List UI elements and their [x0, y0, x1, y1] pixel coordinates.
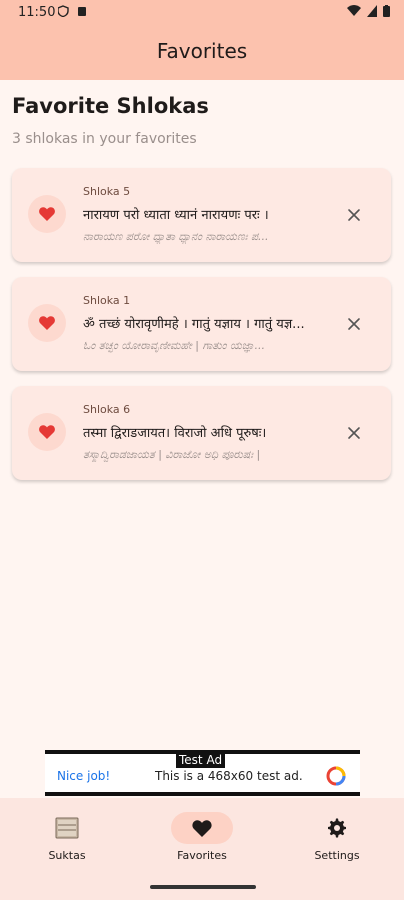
ad-tag: Test Ad [176, 752, 226, 768]
nav-label: Suktas [48, 849, 86, 862]
nav-item-settings[interactable]: Settings [282, 812, 392, 862]
status-time: 11:50 [18, 5, 56, 20]
ad-logo-icon [326, 766, 346, 786]
shloka-kannada: ನಾರಾಯಣ ಪರೋ ಧ್ಯಾತಾ ಧ್ಯಾನಂ ನಾರಾಯಣಃ ಪ... [83, 230, 269, 243]
favorite-card[interactable]: Shloka 6 तस्मा द्विराडजायत। विराजो अधि प… [12, 386, 391, 480]
wifi-icon [347, 5, 361, 16]
heart-icon [39, 207, 55, 221]
close-icon[interactable] [345, 315, 363, 333]
nav-item-favorites[interactable]: Favorites [147, 812, 257, 862]
heart-icon [39, 425, 55, 439]
nav-label: Settings [314, 849, 360, 862]
status-system-icons [347, 5, 390, 17]
favorite-toggle[interactable] [28, 413, 66, 451]
favorite-toggle[interactable] [28, 304, 66, 342]
ad-body: This is a 468x60 test ad. [155, 769, 303, 783]
nav-icon-container [306, 812, 368, 844]
shloka-sanskrit: ॐ तच्छं योरावृणीमहे । गातुं यज्ञाय । गात… [83, 317, 305, 332]
book-icon [55, 817, 79, 839]
shloka-label: Shloka 6 [83, 403, 131, 416]
nav-icon-container [171, 812, 233, 844]
favorite-card[interactable]: Shloka 5 नारायण परो ध्याता ध्यानं नारायण… [12, 168, 391, 262]
heart-icon [39, 316, 55, 330]
close-icon[interactable] [345, 424, 363, 442]
favorite-toggle[interactable] [28, 195, 66, 233]
app-bar-title: Favorites [156, 39, 248, 63]
favorite-card[interactable]: Shloka 1 ॐ तच्छं योरावृणीमहे । गातुं यज्… [12, 277, 391, 371]
shloka-label: Shloka 1 [83, 294, 131, 307]
ad-banner[interactable]: Test Ad Nice job! This is a 468x60 test … [45, 750, 360, 796]
shloka-kannada: ತಸ್ಮಾದ್ವಿರಾಡಜಾಯತ | ವಿರಾಜೋ ಅಧಿ ಪೂರುಷಃ | [83, 448, 261, 461]
signal-icon [367, 5, 377, 17]
nav-icon-container [36, 812, 98, 844]
shloka-label: Shloka 5 [83, 185, 131, 198]
nav-item-suktas[interactable]: Suktas [12, 812, 122, 862]
shloka-sanskrit: तस्मा द्विराडजायत। विराजो अधि पूरुषः। [83, 426, 267, 441]
app-bar: Favorites [0, 26, 404, 80]
shloka-kannada: ಓಂ ತಚ್ಛಂ ಯೋರಾವೃಣೀಮಹೇ | ಗಾತುಂ ಯಜ್ಞಾ... [83, 339, 266, 352]
ad-headline[interactable]: Nice job! [57, 769, 110, 783]
status-notification-icons [57, 5, 88, 20]
status-bar: 11:50 [0, 0, 404, 26]
favorites-count: 3 shlokas in your favorites [12, 131, 197, 147]
close-icon[interactable] [345, 206, 363, 224]
heart-icon [192, 819, 212, 837]
shloka-sanskrit: नारायण परो ध्याता ध्यानं नारायणः परः । [83, 208, 269, 223]
shield-icon [57, 5, 86, 18]
page-title: Favorite Shlokas [12, 94, 209, 118]
gear-icon [328, 818, 346, 838]
battery-icon [383, 5, 390, 17]
nav-label: Favorites [177, 849, 227, 862]
home-indicator[interactable] [150, 885, 256, 889]
